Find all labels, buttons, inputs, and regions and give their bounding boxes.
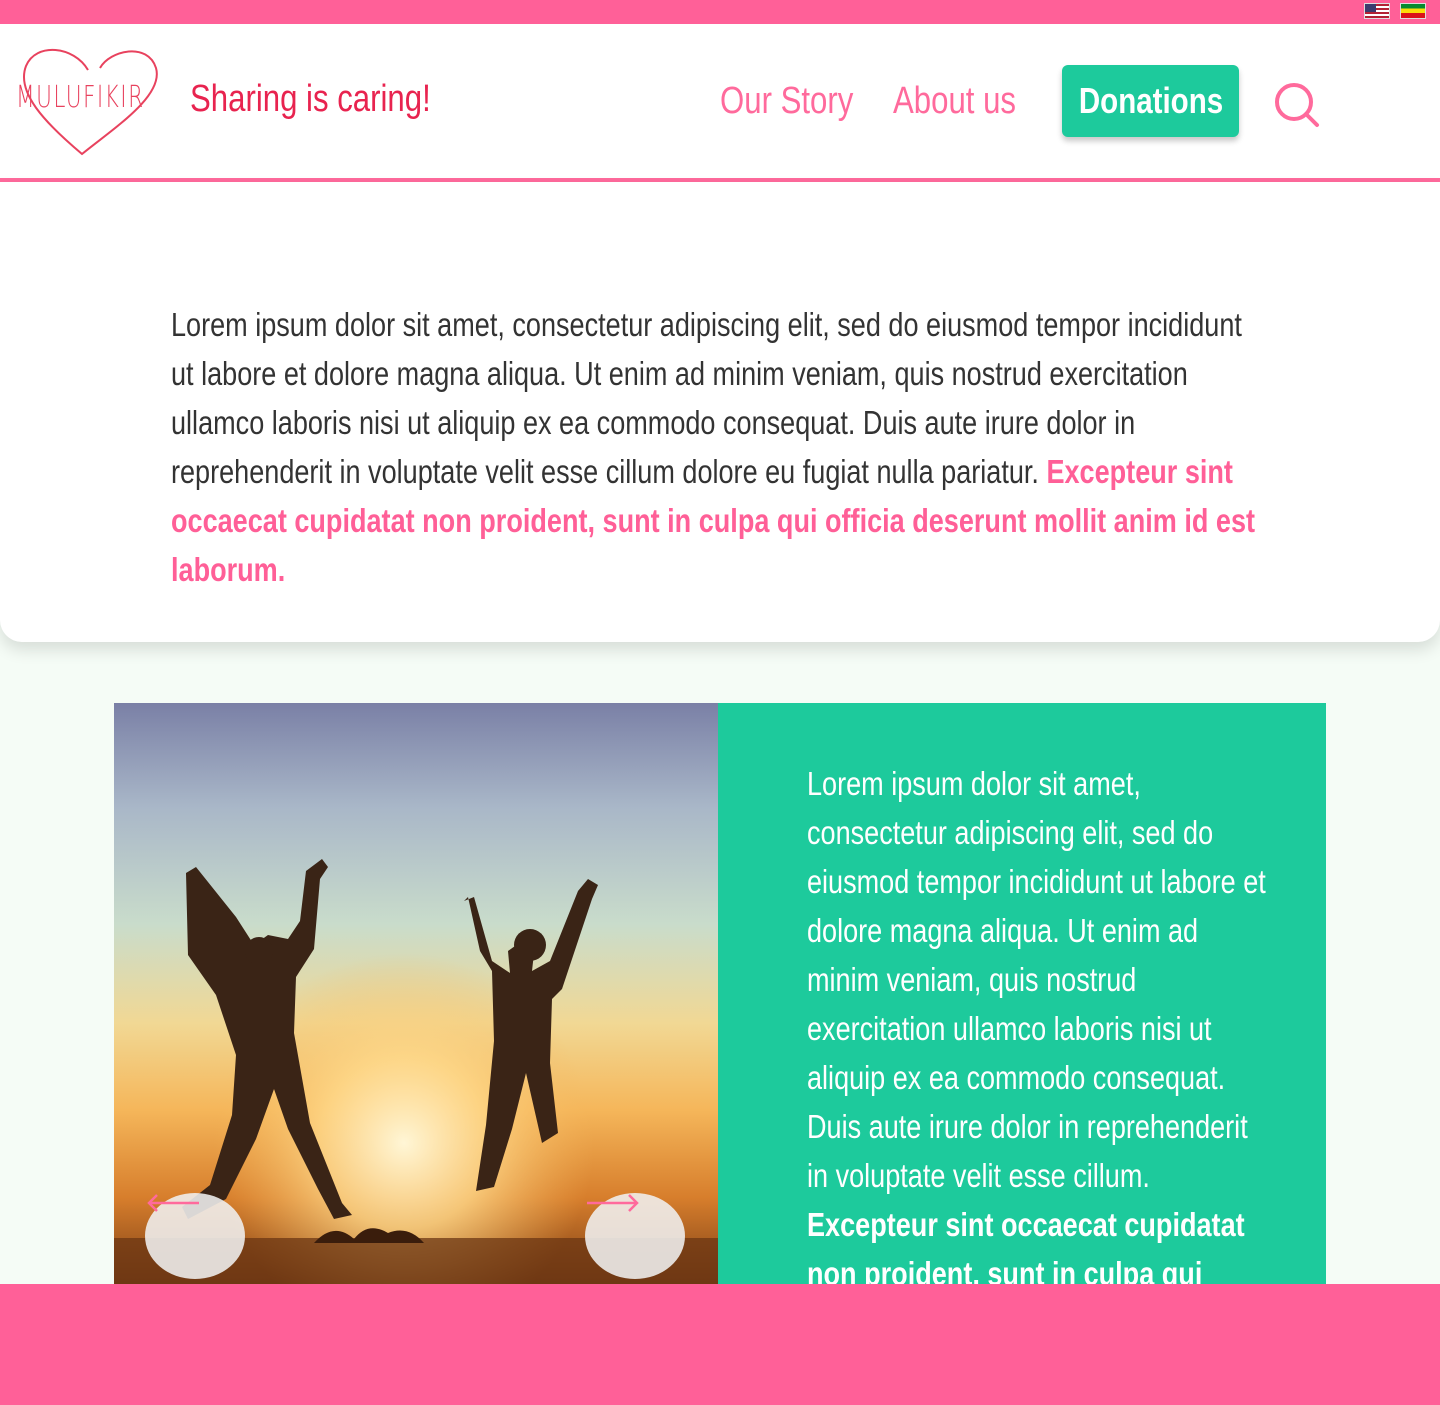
feature-text: Lorem ipsum dolor sit amet, consectetur …: [807, 765, 1266, 1194]
intro-section: Lorem ipsum dolor sit amet, consectetur …: [0, 182, 1440, 642]
logo-text: MULUFIKIR: [16, 80, 145, 115]
site-header: MULUFIKIR Sharing is caring! Our Story A…: [0, 24, 1440, 182]
nav-our-story[interactable]: Our Story: [720, 80, 853, 123]
feature-strong-text: Excepteur sint occaecat cupidatat non pr…: [807, 1206, 1245, 1285]
carousel-next-button[interactable]: [585, 1193, 685, 1279]
carousel-prev-button[interactable]: [145, 1193, 245, 1279]
nav-about-us[interactable]: About us: [893, 80, 1016, 123]
arrow-right-icon: [587, 1194, 639, 1212]
site-footer: [0, 1284, 1440, 1405]
donations-button[interactable]: Donations: [1062, 65, 1239, 137]
us-flag-icon[interactable]: [1364, 3, 1390, 19]
top-bar: [0, 0, 1440, 24]
feature-section: Lorem ipsum dolor sit amet, consectetur …: [114, 703, 1326, 1285]
intro-paragraph: Lorem ipsum dolor sit amet, consectetur …: [171, 300, 1262, 594]
feature-text-panel: Lorem ipsum dolor sit amet, consectetur …: [718, 703, 1326, 1285]
donations-button-label: Donations: [1078, 80, 1223, 121]
ethiopia-flag-icon[interactable]: [1400, 3, 1426, 19]
sunset-photo: [114, 703, 718, 1285]
search-icon[interactable]: [1272, 80, 1322, 130]
logo[interactable]: MULUFIKIR: [14, 44, 162, 156]
arrow-left-icon: [147, 1194, 199, 1212]
tagline: Sharing is caring!: [190, 78, 431, 120]
feature-paragraph: Lorem ipsum dolor sit amet, consectetur …: [807, 759, 1266, 1285]
